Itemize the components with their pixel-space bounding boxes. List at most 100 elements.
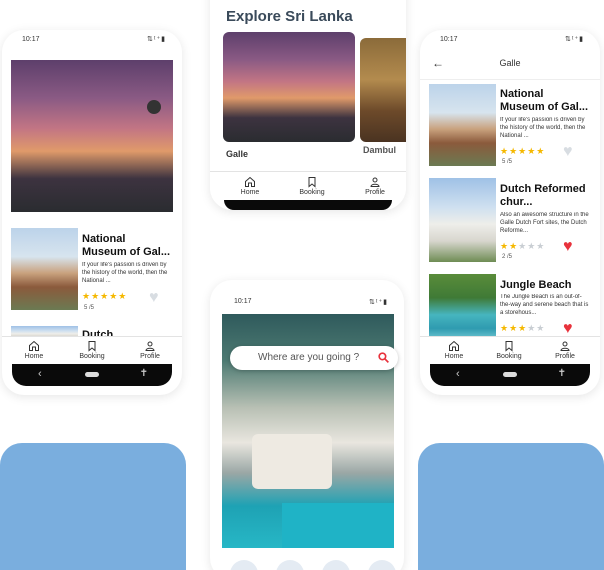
search-icon[interactable] xyxy=(377,351,390,364)
category-icon-1[interactable] xyxy=(230,560,258,570)
place-title: National Museum of Gal... xyxy=(82,233,171,259)
rating-stars: ★★★★★ xyxy=(500,241,546,251)
destination-label-galle[interactable]: Galle xyxy=(226,149,248,159)
bookmark-icon xyxy=(505,341,513,352)
status-time: 10:17 xyxy=(440,36,458,43)
category-icon-3[interactable] xyxy=(322,560,350,570)
item-description: If your life's passion is driven by the … xyxy=(500,117,586,139)
accessibility-icon[interactable]: ✝ xyxy=(558,368,566,379)
item-description: Also an awesome structure in the Galle D… xyxy=(500,212,589,234)
dambulla-photo xyxy=(360,38,406,142)
list-item[interactable]: National Museum of Gal... If your life's… xyxy=(429,84,591,166)
home-icon xyxy=(29,340,39,351)
system-nav-bar: ‹ ✝ xyxy=(12,364,172,386)
nav-booking-label: Booking xyxy=(496,353,522,360)
category-icon-4[interactable] xyxy=(368,560,396,570)
nav-home[interactable]: Home xyxy=(230,176,270,196)
status-bar: 10:17 ⇅ᵗ⁺▮ xyxy=(2,30,182,48)
bottom-nav: Home Booking Profile xyxy=(2,336,182,366)
home-pill-icon[interactable] xyxy=(503,372,517,377)
bookmark-icon xyxy=(88,341,96,352)
status-bar: 10:17 ⇅ᵗ⁺▮ xyxy=(210,280,404,306)
category-icon-2[interactable] xyxy=(276,560,304,570)
status-time: 10:17 xyxy=(234,298,252,305)
place-description: If your life's passion is driven by the … xyxy=(82,262,168,284)
nav-booking[interactable]: Booking xyxy=(489,340,529,360)
galle-list-screen: 10:17 ⇅ᵗ⁺▮ ← Galle National Museum of Ga… xyxy=(420,30,600,395)
nav-booking[interactable]: Booking xyxy=(72,340,112,360)
galle-photo xyxy=(223,32,355,142)
bookmark-icon xyxy=(308,177,316,188)
status-time: 10:17 xyxy=(22,36,40,43)
favorite-heart-icon[interactable]: ♥ xyxy=(563,144,573,160)
nav-booking-label: Booking xyxy=(299,189,325,196)
signal-battery-icon: ⇅ᵗ⁺▮ xyxy=(147,36,166,43)
place-photo xyxy=(11,228,78,310)
nav-profile-label: Profile xyxy=(140,353,160,360)
status-bar: 10:17 ⇅ᵗ⁺▮ xyxy=(420,30,600,48)
nav-profile[interactable]: Profile xyxy=(130,340,170,360)
favorite-heart-icon[interactable]: ♥ xyxy=(563,239,573,255)
daybed xyxy=(252,434,332,489)
system-nav-bar: ‹ ✝ xyxy=(430,364,590,386)
item-title: Jungle Beach xyxy=(500,279,572,291)
user-icon xyxy=(370,177,380,187)
home-icon xyxy=(449,340,459,351)
destination-card-dambulla[interactable] xyxy=(360,38,406,142)
accessibility-icon[interactable]: ✝ xyxy=(140,368,148,379)
list-item[interactable]: Dutch Reformed chur... Also an awesome s… xyxy=(429,178,591,262)
destination-label-dambulla[interactable]: Dambul xyxy=(363,145,396,155)
bottom-nav: Home Booking Profile xyxy=(420,336,600,366)
bottom-bar xyxy=(224,200,392,210)
back-chevron-icon[interactable]: ‹ xyxy=(456,368,460,380)
place-card[interactable]: National Museum of Gal... If your life's… xyxy=(11,228,173,320)
search-screen: 10:17 ⇅ᵗ⁺▮ Where are you going ? xyxy=(210,280,404,570)
nav-home[interactable]: Home xyxy=(14,340,54,360)
back-chevron-icon[interactable]: ‹ xyxy=(38,368,42,380)
destination-card-galle[interactable] xyxy=(223,32,355,152)
detail-screen: 10:17 ⇅ᵗ⁺▮ National Museum of Gal... If … xyxy=(2,30,182,395)
item-title: National Museum of Gal... xyxy=(500,88,589,114)
user-icon xyxy=(560,341,570,351)
header-title: Galle xyxy=(499,58,521,68)
category-row xyxy=(222,556,396,570)
rating-text: 5 /5 xyxy=(502,159,513,165)
rating-text: 5 /5 xyxy=(84,305,95,311)
search-bar[interactable]: Where are you going ? xyxy=(230,346,398,370)
nav-home-label: Home xyxy=(444,353,464,360)
hero-photo xyxy=(11,60,173,212)
nav-profile[interactable]: Profile xyxy=(545,340,585,360)
item-photo xyxy=(429,274,496,342)
home-icon xyxy=(245,176,255,187)
showcase-stage: Explore Sri Lanka Galle Dambul Home Book… xyxy=(0,0,604,570)
user-icon xyxy=(145,341,155,351)
signal-battery-icon: ⇅ᵗ⁺▮ xyxy=(369,299,388,306)
item-description: The Jungle Beach is an out-of-the-way an… xyxy=(500,294,589,316)
item-photo xyxy=(429,178,496,262)
nav-home-label: Home xyxy=(24,353,44,360)
explore-title: Explore Sri Lanka xyxy=(226,8,353,25)
favorite-heart-icon[interactable]: ♥ xyxy=(563,321,573,337)
item-title: Dutch Reformed chur... xyxy=(500,183,586,209)
favorite-heart-icon[interactable]: ♥ xyxy=(149,290,159,306)
rating-stars: ★★★★★ xyxy=(500,323,546,333)
nav-booking-label: Booking xyxy=(79,353,105,360)
list-header: ← Galle xyxy=(420,48,600,80)
bottom-nav: Home Booking Profile xyxy=(210,171,406,201)
rating-stars: ★★★★★ xyxy=(500,146,546,156)
pool xyxy=(282,503,394,548)
nav-profile-label: Profile xyxy=(555,353,575,360)
explore-screen: Explore Sri Lanka Galle Dambul Home Book… xyxy=(210,0,406,210)
rating-stars: ★★★★★ xyxy=(82,291,128,301)
search-placeholder: Where are you going ? xyxy=(258,352,360,363)
home-pill-icon[interactable] xyxy=(85,372,99,377)
list-item[interactable]: Jungle Beach The Jungle Beach is an out-… xyxy=(429,274,591,342)
nav-home[interactable]: Home xyxy=(434,340,474,360)
decorative-blue-panel-right xyxy=(418,443,604,570)
nav-profile[interactable]: Profile xyxy=(355,176,395,196)
nav-booking[interactable]: Booking xyxy=(292,176,332,196)
nav-home-label: Home xyxy=(240,189,260,196)
camera-dot xyxy=(147,100,161,114)
rating-text: 2 /5 xyxy=(502,254,513,260)
item-photo xyxy=(429,84,496,166)
